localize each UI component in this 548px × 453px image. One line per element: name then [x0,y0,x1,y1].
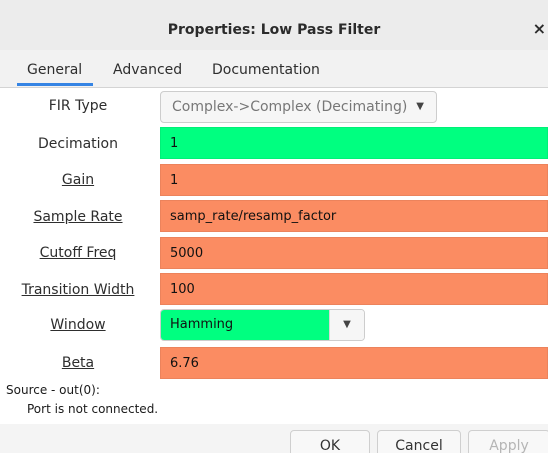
chevron-down-icon: ▼ [416,101,424,112]
transition-width-label: Transition Width [21,282,135,298]
window-title: Properties: Low Pass Filter [167,22,381,38]
fir-type-dropdown[interactable]: Complex->Complex (Decimating) ▼ [160,91,437,123]
window-label: Window [50,317,106,333]
beta-label: Beta [61,355,95,371]
fir-type-value: Complex->Complex (Decimating) [172,99,408,115]
decimation-input[interactable]: 1 [160,127,548,159]
cutoff-freq-input[interactable]: 5000 [160,237,548,269]
gain-label: Gain [61,172,95,188]
sample-rate-label: Sample Rate [33,209,123,225]
button-bar [0,424,548,453]
tab-advanced[interactable]: Advanced [113,62,182,78]
decimation-label: Decimation [37,136,118,152]
sample-rate-input[interactable]: samp_rate/resamp_factor [160,200,548,232]
transition-width-input[interactable]: 100 [160,273,548,305]
gain-input[interactable]: 1 [160,164,548,196]
beta-input[interactable]: 6.76 [160,347,548,379]
window-value[interactable]: Hamming [161,310,330,340]
title-bar: Properties: Low Pass Filter × [0,0,548,50]
port-status-message: Port is not connected. [27,402,159,416]
cutoff-freq-label: Cutoff Freq [39,245,117,261]
window-dropdown[interactable]: Hamming ▼ [160,309,365,341]
fir-type-label: FIR Type [48,98,108,114]
tab-documentation[interactable]: Documentation [212,62,320,78]
cancel-button[interactable]: Cancel [377,430,461,453]
apply-button[interactable]: Apply [468,430,548,453]
ok-button[interactable]: OK [290,430,370,453]
chevron-down-icon[interactable]: ▼ [329,310,364,340]
tab-general[interactable]: General [27,62,82,78]
close-icon[interactable]: × [533,21,546,37]
tab-bar: General Advanced Documentation [0,50,548,88]
active-tab-indicator [17,83,93,86]
source-message: Source - out(0): [6,383,100,397]
